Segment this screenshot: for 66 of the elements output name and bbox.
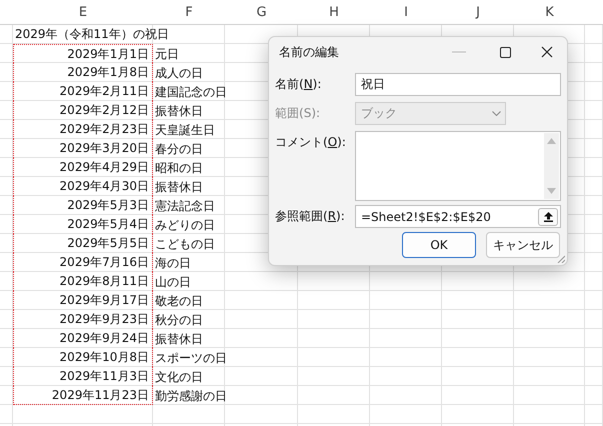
table-cell: 天皇誕生日 — [155, 122, 215, 138]
scroll-down-icon[interactable] — [547, 188, 556, 194]
column-header[interactable]: I — [404, 4, 408, 20]
table-cell: 文化の日 — [155, 368, 203, 384]
comment-field[interactable] — [355, 131, 561, 201]
column-header[interactable]: F — [185, 4, 193, 20]
table-cell: 2029年5月5日 — [13, 234, 153, 253]
table-cell: スポーツの日 — [155, 350, 227, 366]
table-cell: 春分の日 — [155, 140, 203, 156]
table-cell: 2029年2月11日 — [13, 82, 153, 101]
column-header[interactable]: G — [256, 4, 267, 20]
dialog-button[interactable]: OK — [402, 232, 476, 258]
column-header[interactable]: J — [476, 4, 480, 20]
table-cell: 2029年8月11日 — [13, 272, 153, 291]
table-cell: 振替休日 — [155, 178, 203, 194]
table-cell: 2029年7月16日 — [13, 253, 153, 272]
table-cell: 2029年2月12日 — [13, 101, 153, 120]
dialog-button[interactable]: キャンセル — [486, 232, 560, 258]
table-cell: 2029年9月24日 — [13, 329, 153, 348]
table-cell: 2029年10月8日 — [13, 348, 153, 367]
table-cell: 振替休日 — [155, 330, 203, 346]
table-cell: みどりの日 — [155, 216, 215, 232]
column-header[interactable]: H — [329, 4, 339, 20]
window-title: 名前の編集 — [279, 44, 340, 60]
table-cell: 2029年1月1日 — [13, 44, 153, 63]
collapse-button[interactable] — [538, 208, 558, 226]
table-cell: 2029年4月29日 — [13, 158, 153, 177]
table-cell: 2029年11月3日 — [13, 367, 153, 386]
field-label: 参照範囲(R): — [275, 208, 346, 225]
table-cell: 敬老の日 — [155, 292, 203, 308]
table-cell: 建国記念の日 — [155, 84, 227, 100]
table-cell: 振替休日 — [155, 102, 203, 118]
name-field[interactable]: 祝日 — [355, 73, 561, 96]
chevron-down-icon — [492, 111, 501, 116]
table-cell: こどもの日 — [155, 236, 215, 252]
scrollbar[interactable] — [544, 133, 559, 199]
table-cell: 元日 — [155, 46, 179, 62]
field-label: コメント(O): — [275, 134, 347, 151]
table-cell: 2029年3月20日 — [13, 139, 153, 158]
table-cell: 海の日 — [155, 254, 191, 270]
table-cell: 2029年1月8日 — [13, 63, 153, 82]
table-cell: 成人の日 — [155, 64, 203, 80]
upload-arrow-icon — [544, 212, 552, 222]
close-icon[interactable] — [541, 46, 553, 58]
table-cell: 2029年5月3日 — [13, 196, 153, 215]
minimize-icon[interactable] — [452, 51, 466, 53]
column-header[interactable]: K — [545, 4, 554, 20]
resize-grip-icon[interactable] — [557, 255, 565, 263]
table-cell: 山の日 — [155, 274, 191, 290]
table-cell: 2029年2月23日 — [13, 120, 153, 139]
table-cell-text: 2029年（令和11年）の祝日 — [14, 26, 170, 43]
column-header[interactable]: E — [78, 4, 88, 20]
table-cell: 2029年5月4日 — [13, 215, 153, 234]
table-cell: 秋分の日 — [155, 312, 203, 328]
table-cell: 憲法記念日 — [155, 198, 215, 214]
table-cell: 昭和の日 — [155, 160, 203, 176]
maximize-icon[interactable] — [500, 46, 511, 58]
field-label: 名前(N): — [275, 76, 322, 93]
table-cell: 2029年11月23日 — [13, 386, 153, 405]
scroll-up-icon[interactable] — [547, 138, 556, 144]
table-cell: 2029年9月17日 — [13, 291, 153, 310]
field-label: 範囲(S): — [275, 105, 322, 122]
table-cell: 2029年9月23日 — [13, 310, 153, 329]
table-cell: 2029年4月30日 — [13, 177, 153, 196]
reference-field[interactable]: =Sheet2!$E$2:$E$20 — [355, 205, 561, 228]
table-cell: 勤労感謝の日 — [155, 388, 227, 404]
